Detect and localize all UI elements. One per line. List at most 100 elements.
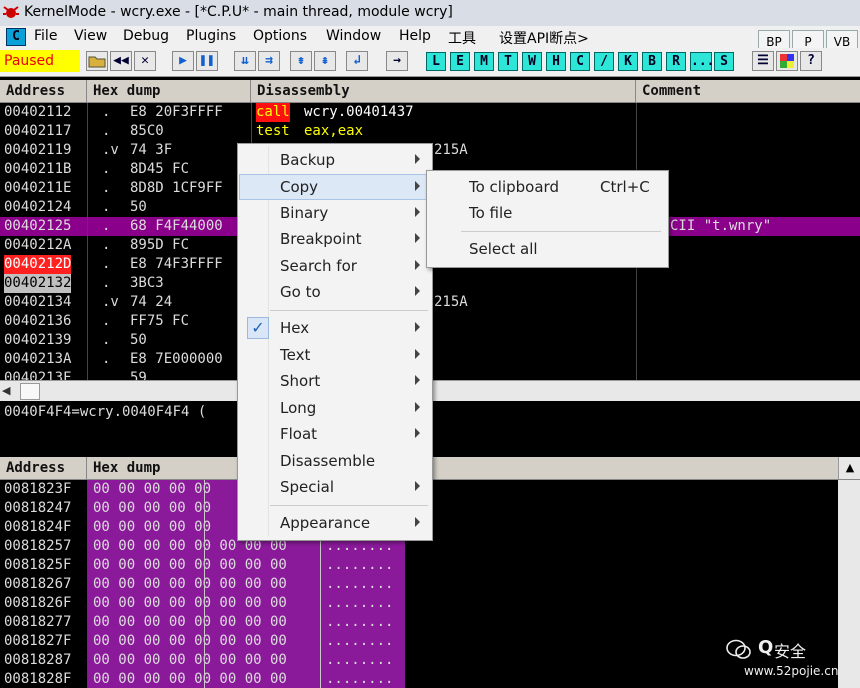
menu-item-search-for[interactable]: Search for: [239, 253, 431, 279]
menu-set-api-breakpoint[interactable]: 设置API断点>: [499, 28, 589, 48]
menu-item-backup[interactable]: Backup: [239, 147, 431, 173]
menu-item-special[interactable]: Special: [239, 474, 431, 500]
log-window-button[interactable]: L: [426, 52, 446, 71]
menu-item-label: Search for: [280, 257, 357, 275]
trace-over-icon[interactable]: ⇞: [314, 51, 336, 71]
menu-item-disassemble[interactable]: Disassemble: [239, 448, 431, 474]
submenu-arrow-icon: [415, 428, 420, 438]
handles-button[interactable]: H: [546, 52, 566, 71]
modules-button[interactable]: E: [450, 52, 470, 71]
menu-item-breakpoint[interactable]: Breakpoint: [239, 226, 431, 252]
menu-item-label: Disassemble: [280, 452, 376, 470]
dump-address: 0081824F: [4, 519, 72, 535]
dump-bytes: 00 00 00 00 00 00 00 00: [93, 614, 287, 630]
row-address: 0040213A: [4, 351, 72, 367]
row-mark: .: [102, 161, 111, 177]
menu-item-to-file[interactable]: To file: [428, 200, 667, 226]
watermark: Q 安全 www.52pojie.cn: [722, 637, 860, 688]
menu-window[interactable]: Window: [326, 28, 381, 44]
menu-plugins[interactable]: Plugins: [186, 28, 236, 44]
dump-bytes: 00 00 00 00 00 00 00 00: [93, 652, 287, 668]
submenu-arrow-icon: [415, 207, 420, 217]
close-icon[interactable]: ✕: [134, 51, 156, 71]
breakpoints-button[interactable]: B: [642, 52, 662, 71]
memory-map-button[interactable]: M: [474, 52, 494, 71]
menu-options[interactable]: Options: [253, 28, 307, 44]
colors-icon[interactable]: [776, 51, 798, 71]
menu-item-to-clipboard[interactable]: To clipboard Ctrl+C: [428, 174, 667, 200]
menu-item-label: Backup: [280, 151, 335, 169]
menu-item-label: Float: [280, 425, 318, 443]
menu-item-label: Go to: [280, 283, 321, 301]
windows-button[interactable]: W: [522, 52, 542, 71]
help-icon[interactable]: ?: [800, 51, 822, 71]
cpu-icon[interactable]: C: [6, 28, 26, 46]
col-address[interactable]: Address: [0, 80, 87, 102]
menu-item-go-to[interactable]: Go to: [239, 279, 431, 305]
row-hex: 59: [130, 370, 147, 380]
menu-help[interactable]: Help: [399, 28, 431, 44]
pause-icon[interactable]: ❚❚: [196, 51, 218, 71]
row-args: 215A: [434, 294, 468, 310]
col-hex-dump[interactable]: Hex dump: [87, 80, 251, 102]
menu-item-text[interactable]: Text: [239, 342, 431, 368]
step-into-icon[interactable]: ⇊: [234, 51, 256, 71]
run-trace-button[interactable]: ...: [690, 52, 714, 71]
threads-button[interactable]: T: [498, 52, 518, 71]
col-disassembly[interactable]: Disassembly: [251, 80, 636, 102]
menu-item-float[interactable]: Float: [239, 421, 431, 447]
restart-icon[interactable]: ◀◀: [110, 51, 132, 71]
wechat-icon: [726, 639, 751, 659]
cpu-column-headers: Address Hex dump Disassembly Comment: [0, 80, 860, 103]
row-address: 0040211E: [4, 180, 72, 196]
scroll-left-icon[interactable]: ◀: [2, 384, 10, 397]
references-button[interactable]: R: [666, 52, 686, 71]
scroll-thumb[interactable]: [20, 383, 40, 400]
menu-view[interactable]: View: [74, 28, 107, 44]
scroll-up-icon[interactable]: ▲: [838, 457, 860, 479]
menu-item-label: To clipboard: [469, 178, 559, 196]
row-hex: 50: [130, 332, 147, 348]
list-icon[interactable]: ☰: [752, 51, 774, 71]
menu-tools[interactable]: 工具: [448, 28, 476, 48]
run-icon[interactable]: ▶: [172, 51, 194, 71]
step-over-icon[interactable]: ⇉: [258, 51, 280, 71]
trace-into-icon[interactable]: ⇟: [290, 51, 312, 71]
dump-col-hex[interactable]: Hex dump: [87, 457, 860, 479]
dump-ascii: ........: [326, 671, 394, 687]
menu-item-copy[interactable]: Copy: [239, 174, 431, 200]
col-comment[interactable]: Comment: [636, 80, 860, 102]
cpu-row[interactable]: 00402117 . 85C0 test eax,eax: [0, 122, 860, 141]
row-mark: .: [102, 237, 111, 253]
dump-address: 0081826F: [4, 595, 72, 611]
toolbar: Paused ◀◀ ✕ ▶ ❚❚ ⇊ ⇉ ⇟ ⇞ ↲ → L E M T W H…: [0, 48, 860, 77]
row-mark: .: [102, 123, 111, 139]
menu-debug[interactable]: Debug: [123, 28, 169, 44]
dump-col-address[interactable]: Address: [0, 457, 87, 479]
dump-bytes: 00 00 00 00 00 00 00 00: [93, 595, 287, 611]
menu-item-shortcut: Ctrl+C: [600, 178, 650, 196]
watermark-text: 安全: [774, 642, 807, 661]
row-hex: 8D8D 1CF9FF: [130, 180, 223, 196]
call-stack-button[interactable]: K: [618, 52, 638, 71]
cpu-button[interactable]: C: [570, 52, 590, 71]
row-address: 00402136: [4, 313, 72, 329]
menu-file[interactable]: File: [34, 28, 57, 44]
cpu-row[interactable]: 00402112 . E8 20F3FFFF call wcry.0040143…: [0, 103, 860, 122]
execute-till-return-icon[interactable]: ↲: [346, 51, 368, 71]
row-hex: E8 7E000000: [130, 351, 223, 367]
submenu-arrow-icon: [415, 481, 420, 491]
menu-item-hex[interactable]: ✓ Hex: [239, 315, 431, 341]
menu-item-short[interactable]: Short: [239, 368, 431, 394]
goto-icon[interactable]: →: [386, 51, 408, 71]
menu-item-binary[interactable]: Binary: [239, 200, 431, 226]
source-button[interactable]: S: [714, 52, 734, 71]
row-mark: .: [102, 332, 111, 348]
title-bar: KernelMode - wcry.exe - [*C.P.U* - main …: [0, 0, 860, 27]
menu-item-select-all[interactable]: Select all: [428, 236, 667, 262]
menu-item-appearance[interactable]: Appearance: [239, 510, 431, 536]
menu-item-long[interactable]: Long: [239, 395, 431, 421]
open-icon[interactable]: [86, 51, 108, 71]
bug-icon: [3, 6, 19, 18]
patches-button[interactable]: /: [594, 52, 614, 71]
